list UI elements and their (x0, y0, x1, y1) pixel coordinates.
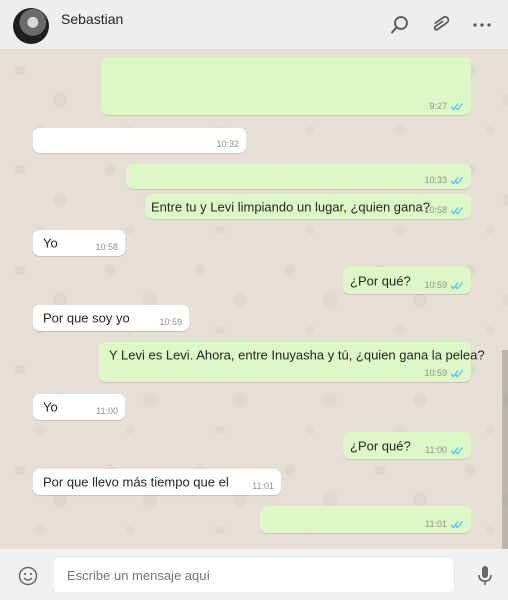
message-text: Entre tu y Levi limpiando un lugar, ¿qui… (151, 199, 430, 214)
read-ticks-icon (450, 281, 464, 290)
microphone-icon[interactable] (476, 565, 494, 587)
message-incoming[interactable]: Yo 11:00 (33, 394, 125, 420)
message-time: 11:00 (96, 406, 118, 416)
message-incoming[interactable]: Yo 10:58 (33, 230, 125, 256)
read-ticks-icon (450, 520, 464, 529)
message-time: 10:59 (424, 368, 447, 378)
read-ticks-icon (450, 102, 464, 111)
message-outgoing[interactable]: 11:01 (260, 506, 471, 533)
chat-header: Sebastian (0, 0, 508, 50)
message-incoming[interactable]: Por que soy yo 10:59 (33, 305, 189, 331)
message-text: ¿Por qué? (350, 438, 411, 453)
message-time: 10:59 (424, 280, 447, 290)
message-list[interactable]: 9:27 10:32 10:33 Entre tu y Levi limpian… (0, 50, 508, 549)
emoji-icon[interactable] (18, 566, 38, 586)
message-time: 11:01 (425, 519, 447, 529)
message-text: Yo (43, 235, 58, 251)
read-ticks-icon (450, 206, 464, 215)
read-ticks-icon (450, 446, 464, 455)
message-incoming[interactable]: 10:32 (33, 128, 246, 153)
message-text: Por que soy yo (43, 310, 130, 326)
message-time: 11:01 (252, 481, 274, 491)
message-outgoing[interactable]: 10:33 (126, 164, 471, 189)
avatar[interactable] (13, 8, 49, 44)
message-outgoing[interactable]: ¿Por qué? 11:00 (343, 432, 471, 459)
message-time: 11:00 (425, 445, 447, 455)
message-incoming[interactable]: Por que llevo más tiempo que el 11:01 (33, 469, 281, 495)
message-time: 10:33 (424, 175, 447, 185)
chat-scrollbar[interactable] (502, 350, 508, 549)
message-outgoing[interactable]: Y Levi es Levi. Ahora, entre Inuyasha y … (99, 342, 485, 382)
contact-name[interactable]: Sebastian (61, 11, 123, 27)
message-time: 10:59 (159, 317, 182, 327)
message-outgoing[interactable]: 9:27 (101, 57, 471, 115)
message-text: Y Levi es Levi. Ahora, entre Inuyasha y … (109, 347, 485, 363)
paperclip-icon[interactable] (429, 14, 451, 36)
search-icon[interactable] (389, 14, 411, 36)
message-text: Yo (43, 399, 58, 415)
message-time: 10:58 (95, 242, 118, 252)
read-ticks-icon (450, 369, 464, 378)
message-time: 10:32 (216, 139, 239, 149)
message-outgoing[interactable]: ¿Por qué? 10:59 (343, 267, 471, 294)
message-time: 9:27 (429, 101, 447, 111)
message-outgoing[interactable]: Entre tu y Levi limpiando un lugar, ¿qui… (145, 194, 471, 219)
message-text: ¿Por qué? (350, 273, 411, 288)
message-time: 10:58 (424, 205, 447, 215)
message-text: Por que llevo más tiempo que el (43, 474, 229, 490)
more-icon[interactable] (471, 14, 493, 36)
message-input[interactable] (54, 558, 453, 592)
read-ticks-icon (450, 176, 464, 185)
